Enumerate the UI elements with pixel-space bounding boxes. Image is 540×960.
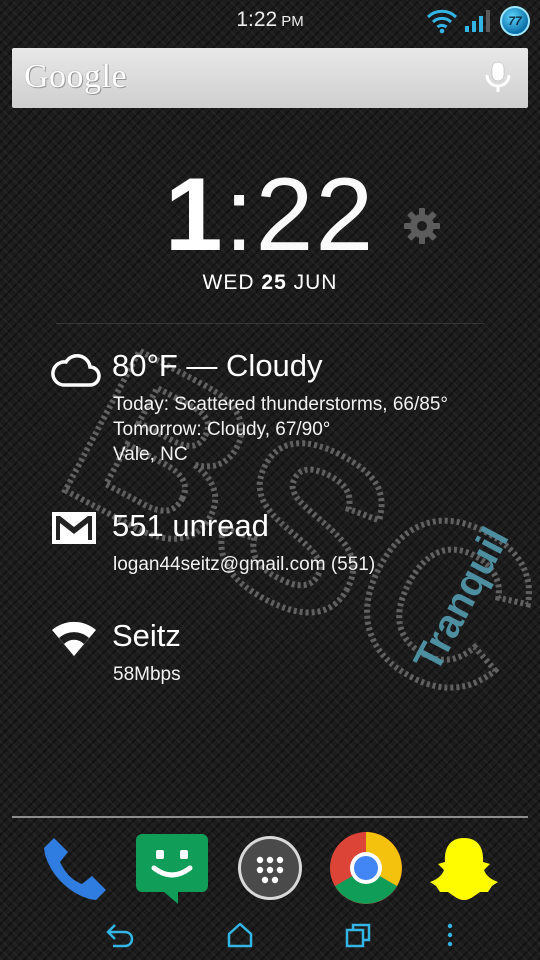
cloud-icon (51, 354, 101, 387)
chrome-app[interactable] (328, 830, 404, 906)
navigation-bar (0, 910, 540, 960)
wifi-network-name: Seitz (112, 618, 181, 653)
app-drawer-icon (238, 836, 302, 900)
snapchat-app[interactable] (426, 830, 502, 906)
recents-button[interactable] (338, 918, 378, 952)
wifi-icon (52, 621, 96, 656)
weather-title: 80°F — Cloudy (112, 348, 323, 383)
google-search-bar[interactable]: Google (12, 48, 528, 108)
microphone-icon[interactable] (484, 60, 512, 96)
google-logo: Google (24, 58, 128, 95)
clock-time: 1:22 (164, 157, 376, 273)
hangouts-icon (136, 834, 208, 904)
weather-tomorrow: Tomorrow: Cloudy, 67/90° (113, 419, 331, 440)
status-icons: 77 (426, 4, 530, 38)
menu-button[interactable] (430, 918, 470, 952)
overflow-menu-icon (447, 923, 453, 947)
home-button[interactable] (220, 918, 260, 952)
dock (0, 826, 540, 908)
back-button[interactable] (100, 918, 140, 952)
gmail-unread-count: 551 unread (112, 508, 269, 543)
hangouts-app[interactable] (134, 830, 210, 906)
phone-app[interactable] (36, 830, 112, 906)
weather-today: Today: Scattered thunderstorms, 66/85° (113, 394, 449, 415)
snapchat-ghost-icon (430, 838, 498, 900)
wallpaper-big-text: BSC (29, 330, 540, 710)
weather-location: Vale, NC (113, 444, 188, 465)
back-icon (106, 924, 134, 948)
clock-widget[interactable]: 1:22 WED 25 JUN (0, 155, 540, 295)
dock-divider (12, 816, 528, 818)
app-drawer-button[interactable] (232, 830, 308, 906)
phone-icon (44, 838, 106, 900)
wifi-speed: 58Mbps (113, 664, 181, 685)
status-bar: 1:22 PM 77 (0, 0, 540, 40)
clock-date: WED 25 JUN (202, 271, 338, 294)
gmail-account: logan44seitz@gmail.com (551) (113, 554, 376, 575)
settings-gear-icon[interactable] (402, 206, 442, 246)
cell-signal-icon (465, 10, 490, 32)
battery-icon: 77 (500, 6, 530, 36)
clock-divider (56, 323, 484, 324)
home-icon (227, 922, 253, 948)
recents-icon (345, 923, 371, 948)
gmail-icon (52, 512, 96, 544)
chrome-icon (330, 832, 402, 904)
wifi-signal-icon (426, 9, 458, 34)
